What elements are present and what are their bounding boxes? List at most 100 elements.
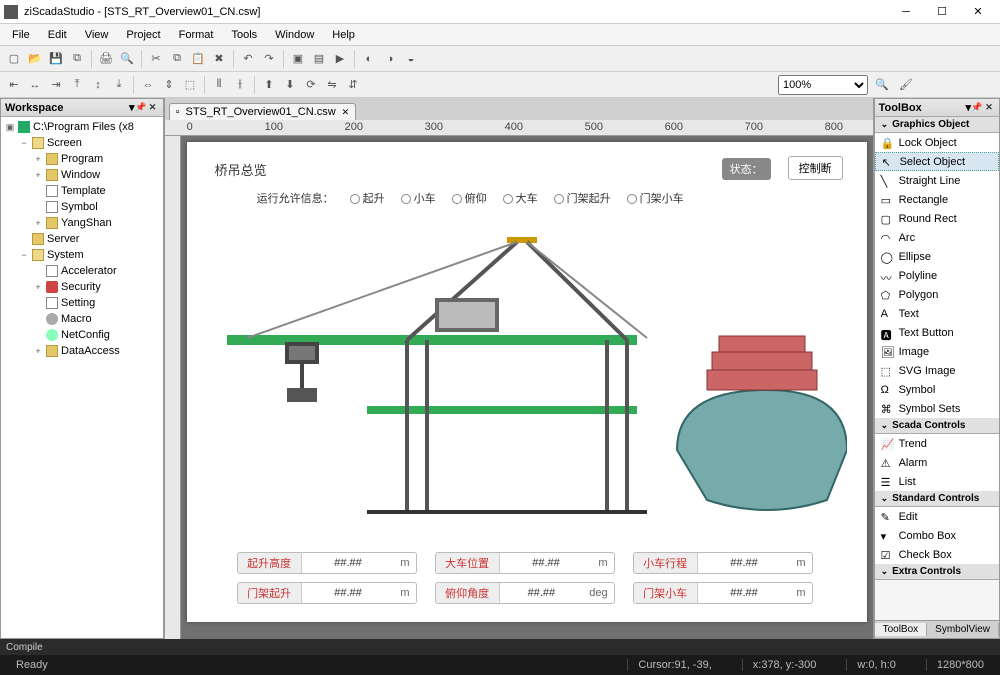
open-icon[interactable]: 📂 [25, 49, 45, 69]
window-titlebar: ziScadaStudio - [STS_RT_Overview01_CN.cs… [0, 0, 1000, 24]
tool-polygon[interactable]: ⬠Polygon [875, 285, 999, 304]
control-button[interactable]: 控制断 [788, 156, 843, 180]
status-ready: Ready [6, 659, 58, 671]
toggle1-icon[interactable]: ◐ [359, 49, 379, 69]
same-size-icon[interactable]: ⬚ [180, 75, 200, 95]
file-icon: ▫ [176, 106, 180, 118]
tool-trend[interactable]: 📈Trend [875, 434, 999, 453]
tool-rectangle[interactable]: ▭Rectangle [875, 190, 999, 209]
tool-select-object[interactable]: ↖Select Object [875, 152, 999, 171]
tool-lock-object[interactable]: 🔒Lock Object [875, 133, 999, 152]
pin-icon[interactable]: 📌 [971, 102, 983, 114]
toggle2-icon[interactable]: ◑ [380, 49, 400, 69]
toggle3-icon[interactable]: ◒ [401, 49, 421, 69]
align-left-icon[interactable]: ⇤ [4, 75, 24, 95]
brush-icon[interactable]: 🖌 [896, 75, 916, 95]
undo-icon[interactable]: ↶ [238, 49, 258, 69]
compile-bar[interactable]: Compile [0, 639, 1000, 655]
tool-roundrect[interactable]: ▢Round Rect [875, 209, 999, 228]
section-scada[interactable]: Scada Controls [875, 418, 999, 434]
tool-line[interactable]: ╲Straight Line [875, 171, 999, 190]
ruler-vertical [165, 136, 181, 639]
copy-icon[interactable]: ⧉ [167, 49, 187, 69]
preview-icon[interactable]: 🔍 [117, 49, 137, 69]
menu-tools[interactable]: Tools [223, 27, 265, 43]
tab-close-icon[interactable]: ✕ [342, 107, 350, 118]
close-button[interactable]: ✕ [960, 1, 996, 23]
flip-v-icon[interactable]: ⇵ [343, 75, 363, 95]
tool-text[interactable]: AText [875, 304, 999, 323]
minimize-button[interactable]: ─ [888, 1, 924, 23]
maximize-button[interactable]: ☐ [924, 1, 960, 23]
tab-symbolview[interactable]: SymbolView [927, 623, 999, 636]
tool-svg-image[interactable]: ⬚SVG Image [875, 361, 999, 380]
section-standard[interactable]: Standard Controls [875, 491, 999, 507]
menu-format[interactable]: Format [171, 27, 222, 43]
menu-edit[interactable]: Edit [40, 27, 75, 43]
menu-window[interactable]: Window [267, 27, 322, 43]
panel-close-icon[interactable]: ✕ [147, 102, 159, 114]
status-badge: 状态： [722, 158, 771, 180]
zoom-tool-icon[interactable]: 🔍 [872, 75, 892, 95]
bring-front-icon[interactable]: ⬆ [259, 75, 279, 95]
menu-project[interactable]: Project [118, 27, 168, 43]
tool-combobox[interactable]: ▾Combo Box [875, 526, 999, 545]
same-width-icon[interactable]: ⇔ [138, 75, 158, 95]
svg-icon: ⬚ [881, 365, 893, 377]
tool-ellipse[interactable]: ◯Ellipse [875, 247, 999, 266]
new-icon[interactable]: ▢ [4, 49, 24, 69]
symbol-icon: Ω [881, 384, 893, 396]
tool-image[interactable]: 🖼Image [875, 342, 999, 361]
group-icon[interactable]: ▣ [288, 49, 308, 69]
workspace-tree[interactable]: ▣C:\Program Files (x8 −Screen +Program +… [1, 117, 163, 638]
cut-icon[interactable]: ✂ [146, 49, 166, 69]
field-boom-angle: 俯仰角度##.##deg [435, 582, 615, 604]
arc-icon: ◠ [881, 232, 893, 244]
tool-text-button[interactable]: 🅰Text Button [875, 323, 999, 342]
redo-icon[interactable]: ↷ [259, 49, 279, 69]
align-bottom-icon[interactable]: ⤓ [109, 75, 129, 95]
field-hoist-height: 起升高度##.##m [237, 552, 417, 574]
canvas-viewport[interactable]: 桥吊总览 状态： 控制断 运行允许信息： 起升 小车 俯仰 大车 门架起升 门架… [181, 136, 873, 639]
pin-icon[interactable]: 📌 [135, 102, 147, 114]
workspace-title: Workspace [5, 102, 64, 114]
tool-arc[interactable]: ◠Arc [875, 228, 999, 247]
tool-alarm[interactable]: ⚠Alarm [875, 453, 999, 472]
combobox-icon: ▾ [881, 530, 893, 542]
same-height-icon[interactable]: ⇕ [159, 75, 179, 95]
tool-edit[interactable]: ✎Edit [875, 507, 999, 526]
tool-list[interactable]: ☰List [875, 472, 999, 491]
print-icon[interactable]: 🖨 [96, 49, 116, 69]
section-extra[interactable]: Extra Controls [875, 564, 999, 580]
distribute-v-icon[interactable]: ⫲ [230, 75, 250, 95]
flip-h-icon[interactable]: ⇋ [322, 75, 342, 95]
trend-icon: 📈 [881, 438, 893, 450]
menu-view[interactable]: View [77, 27, 117, 43]
saveall-icon[interactable]: ⧉ [67, 49, 87, 69]
ungroup-icon[interactable]: ▤ [309, 49, 329, 69]
menu-help[interactable]: Help [324, 27, 363, 43]
tool-symbol[interactable]: ΩSymbol [875, 380, 999, 399]
tool-symbol-sets[interactable]: ⌘Symbol Sets [875, 399, 999, 418]
save-icon[interactable]: 💾 [46, 49, 66, 69]
align-center-icon[interactable]: ↔ [25, 75, 45, 95]
rotate-icon[interactable]: ⟳ [301, 75, 321, 95]
delete-icon[interactable]: ✖ [209, 49, 229, 69]
paste-icon[interactable]: 📋 [188, 49, 208, 69]
toolbox-panel: ToolBox ▾ 📌 ✕ Graphics Object 🔒Lock Obje… [874, 98, 1000, 639]
align-top-icon[interactable]: ⤒ [67, 75, 87, 95]
tool-checkbox[interactable]: ☑Check Box [875, 545, 999, 564]
zoom-select[interactable]: 100% [778, 75, 868, 95]
send-back-icon[interactable]: ⬇ [280, 75, 300, 95]
menu-file[interactable]: File [4, 27, 38, 43]
distribute-h-icon[interactable]: ⫴ [209, 75, 229, 95]
section-graphics[interactable]: Graphics Object [875, 117, 999, 133]
align-middle-icon[interactable]: ↕ [88, 75, 108, 95]
tab-toolbox[interactable]: ToolBox [875, 623, 928, 636]
tool-polyline[interactable]: 〰Polyline [875, 266, 999, 285]
document-tab[interactable]: ▫ STS_RT_Overview01_CN.csw ✕ [169, 103, 357, 120]
play-icon[interactable]: ▶ [330, 49, 350, 69]
align-right-icon[interactable]: ⇥ [46, 75, 66, 95]
design-canvas[interactable]: 桥吊总览 状态： 控制断 运行允许信息： 起升 小车 俯仰 大车 门架起升 门架… [187, 142, 867, 622]
panel-close-icon[interactable]: ✕ [983, 102, 995, 114]
